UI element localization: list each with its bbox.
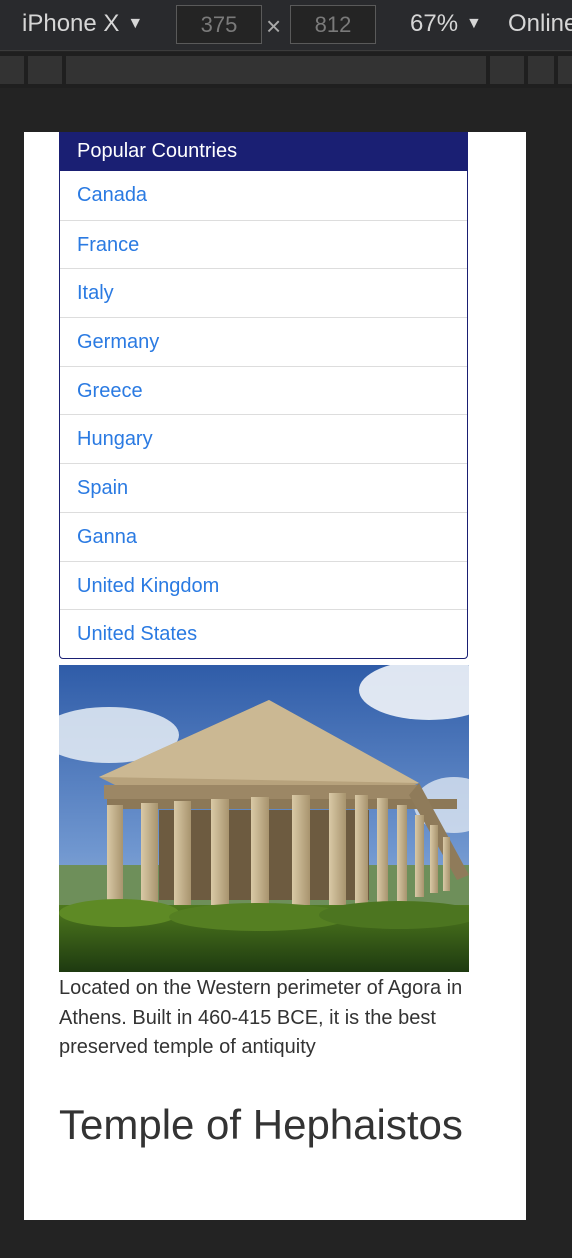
country-link-canada[interactable]: Canada [60, 171, 467, 220]
page-title: Temple of Hephaistos [59, 1101, 463, 1148]
zoom-selector[interactable]: 67% ▼ [410, 10, 482, 38]
device-viewport: Popular Countries Canada France Italy Ge… [24, 132, 526, 1220]
country-link-united-states[interactable]: United States [60, 609, 467, 658]
country-link-ganna[interactable]: Ganna [60, 511, 467, 561]
media-query-bar [0, 52, 572, 88]
chevron-down-icon: ▼ [127, 15, 144, 32]
viewport-width-input[interactable]: 375 [176, 5, 262, 44]
chevron-down-icon: ▼ [466, 15, 482, 32]
media-query-segment[interactable] [528, 56, 554, 84]
country-link-spain[interactable]: Spain [60, 463, 467, 512]
device-name: iPhone X [22, 10, 120, 37]
list-header: Popular Countries [60, 132, 467, 171]
times-icon: × [266, 11, 282, 41]
throttling-selector[interactable]: Online [508, 10, 572, 38]
media-query-segment[interactable] [558, 56, 572, 84]
device-toolbar: iPhone X ▼ 375 × 812 67% ▼ Online [0, 0, 572, 51]
temple-photo [59, 665, 469, 972]
country-link-france[interactable]: France [60, 219, 467, 269]
country-link-united-kingdom[interactable]: United Kingdom [60, 560, 467, 610]
country-link-hungary[interactable]: Hungary [60, 414, 467, 463]
media-query-segment[interactable] [490, 56, 524, 84]
popular-countries-list: Popular Countries Canada France Italy Ge… [59, 132, 468, 659]
country-link-italy[interactable]: Italy [60, 268, 467, 317]
country-link-greece[interactable]: Greece [60, 365, 467, 415]
zoom-level: 67% [410, 10, 459, 37]
media-query-segment[interactable] [66, 56, 486, 84]
device-selector[interactable]: iPhone X ▼ [22, 10, 143, 38]
country-link-germany[interactable]: Germany [60, 317, 467, 366]
media-query-segment[interactable] [28, 56, 62, 84]
media-query-segment[interactable] [0, 56, 24, 84]
viewport-height-input[interactable]: 812 [290, 5, 376, 44]
photo-caption: Located on the Western perimeter of Agor… [59, 977, 463, 1058]
